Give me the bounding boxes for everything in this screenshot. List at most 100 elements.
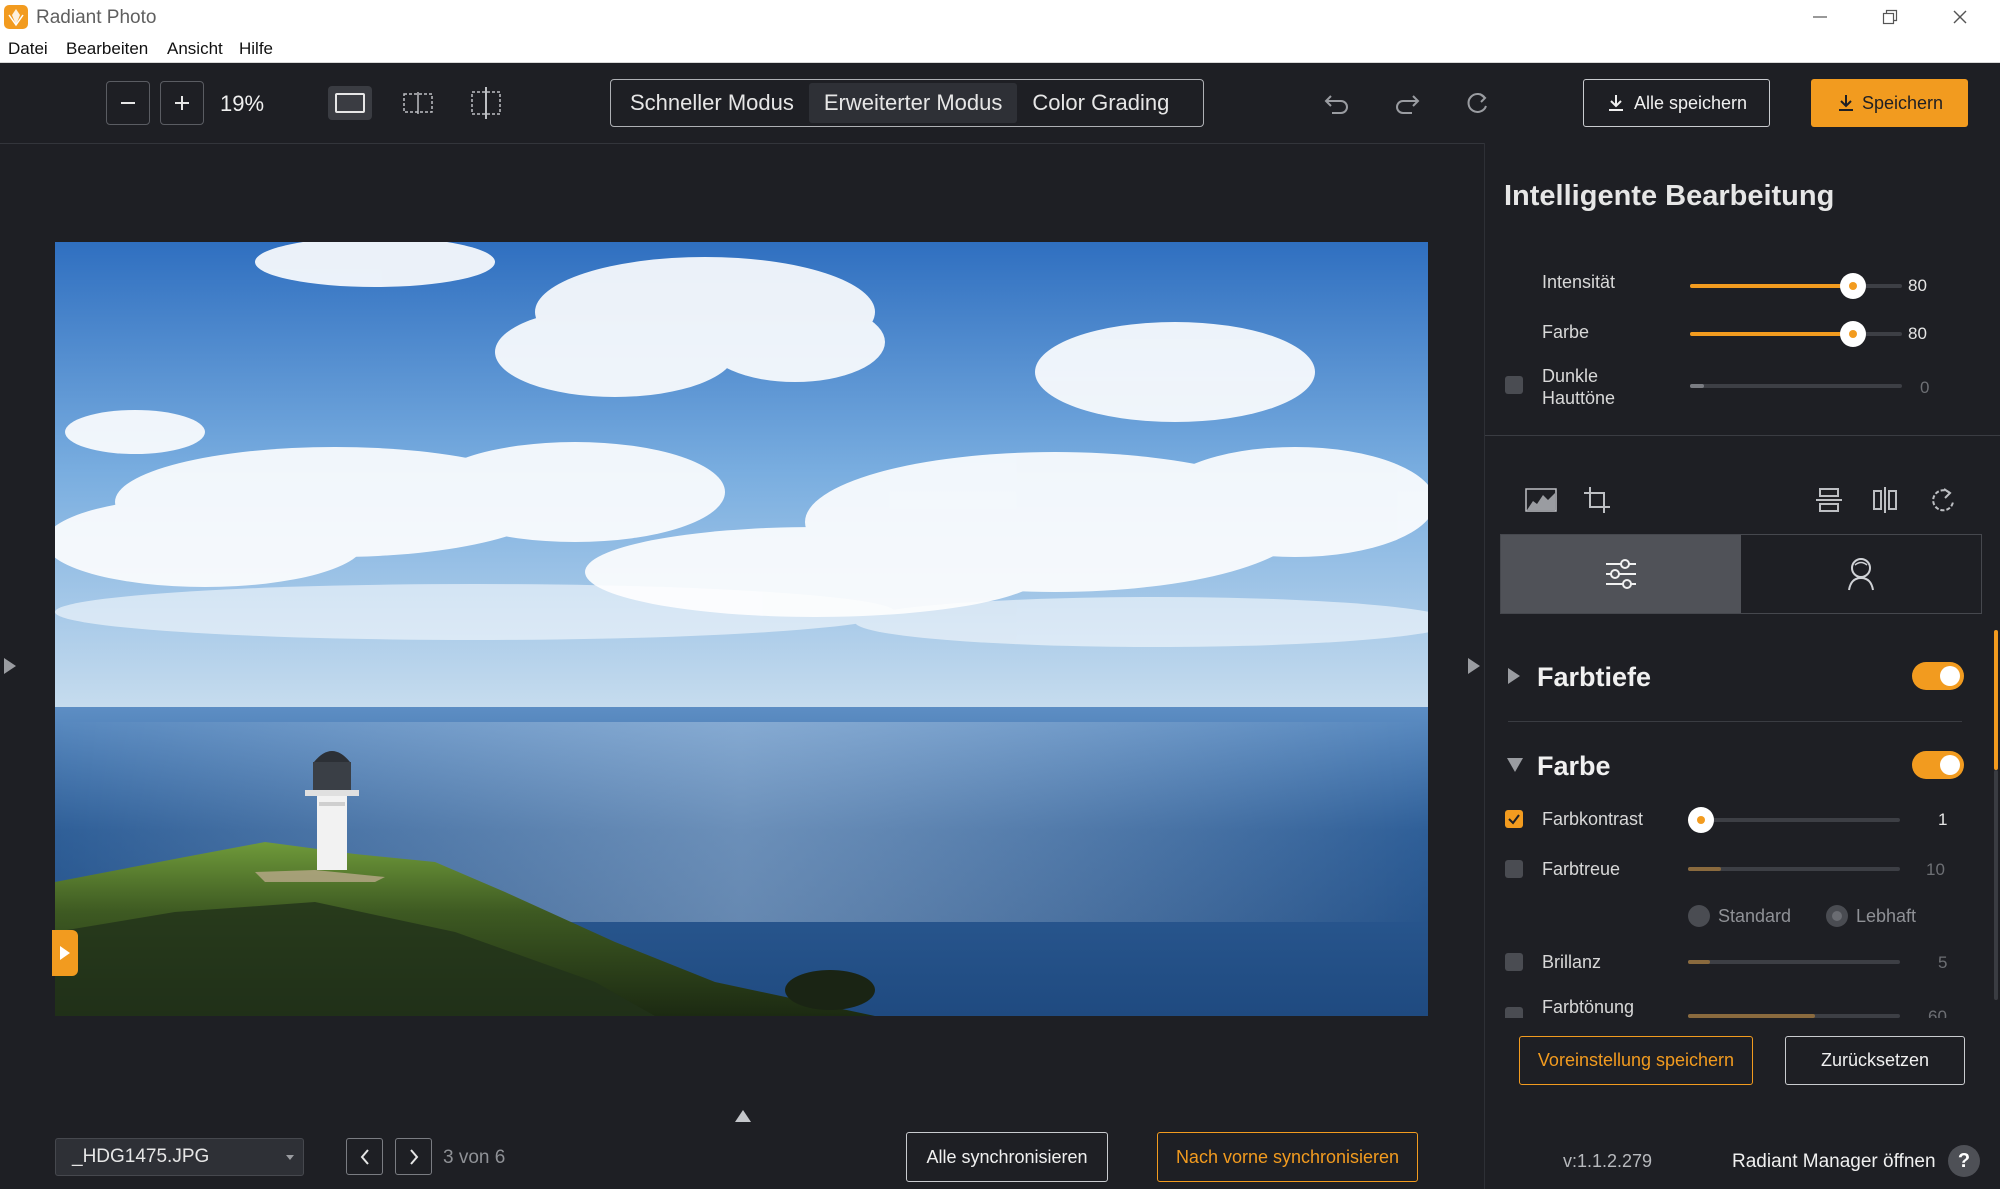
intensity-slider[interactable] [1690,273,1902,299]
zoom-in-button[interactable] [160,81,204,125]
redo-icon [1396,95,1420,114]
rotate-button[interactable] [1928,485,1958,515]
mode-switcher: Schneller Modus Erweiterter Modus Color … [610,79,1204,127]
radiant-manager-link[interactable]: Radiant Manager öffnen [1732,1151,1936,1173]
app-logo-icon [4,5,28,29]
slider-value: 80 [1908,276,1927,295]
sync-all-button[interactable]: Alle synchronisieren [906,1132,1108,1182]
flip-horizontal-button[interactable] [1870,485,1900,515]
color-slider[interactable] [1690,321,1902,347]
filmstrip-toggle[interactable] [733,1108,753,1124]
triangle-right-icon [4,658,16,674]
farbtreue-slider[interactable] [1688,867,1900,871]
next-image-button[interactable] [395,1138,432,1175]
section-title-farbtiefe[interactable]: Farbtiefe [1537,662,1651,693]
radio-label-lebhaft: Lebhaft [1856,906,1917,926]
crop-button[interactable] [1582,485,1612,515]
title-bar [0,0,2000,34]
slider-value: 10 [1926,860,1945,879]
compare-handle[interactable] [52,930,78,976]
panel-title: Intelligente Bearbeitung [1504,180,1835,212]
reset-settings-button[interactable]: Zurücksetzen [1785,1036,1965,1085]
farbkontrast-slider[interactable] [1688,807,1900,833]
left-panel-toggle[interactable] [2,656,18,676]
compare-view-button[interactable] [466,84,506,122]
zoom-level: 19% [220,91,265,116]
chevron-down-icon [286,1155,294,1160]
tab-erweiterter-modus[interactable]: Erweiterter Modus [808,83,1018,123]
dark-skin-slider[interactable] [1690,384,1902,388]
download-icon [1838,95,1853,111]
brillanz-checkbox[interactable] [1505,953,1523,971]
zoom-out-button[interactable] [106,81,150,125]
menu-datei[interactable]: Datei [8,39,48,59]
histogram-button[interactable] [1524,485,1558,513]
split-view-button[interactable] [398,86,438,120]
play-icon [60,946,70,960]
farbtoenung-slider[interactable] [1688,1014,1900,1018]
divider [1508,721,1962,722]
farbtoenung-checkbox[interactable] [1505,1007,1523,1018]
chevron-right-icon [409,1148,418,1165]
slider-fill [1688,960,1710,964]
slider-handle[interactable] [1688,807,1714,833]
panel-scrollbar-thumb[interactable] [1994,630,1998,770]
farbtiefe-toggle[interactable] [1912,662,1964,690]
rotate-icon [1932,488,1954,512]
menu-ansicht[interactable]: Ansicht [167,39,223,59]
download-icon [1608,95,1623,111]
slider-handle[interactable] [1840,273,1866,299]
slider-label: Farbe [1542,322,1590,342]
triangle-right-icon [1508,668,1520,684]
restore-button[interactable] [1860,0,1920,34]
app-title: Radiant Photo [36,7,157,28]
farbe-collapse[interactable] [1505,756,1525,774]
slider-value: 0 [1920,378,1930,397]
right-panel-toggle[interactable] [1466,656,1482,676]
dark-skin-checkbox[interactable] [1505,376,1523,394]
tab-portrait[interactable] [1741,535,1981,613]
menu-hilfe[interactable]: Hilfe [239,39,273,59]
close-button[interactable] [1930,0,1990,34]
redo-button[interactable] [1388,84,1426,122]
histogram-icon [1525,488,1557,512]
radio-standard[interactable] [1688,905,1710,927]
slider-fill [1690,332,1853,336]
tab-color-grading[interactable]: Color Grading [1017,83,1184,123]
photo-preview[interactable] [55,242,1428,1016]
brillanz-slider[interactable] [1688,960,1900,964]
slider-handle[interactable] [1840,321,1866,347]
menu-bearbeiten[interactable]: Bearbeiten [66,39,148,59]
slider-label: Farbkontrast [1542,809,1644,829]
radio-lebhaft[interactable] [1826,905,1848,927]
farbtiefe-expand[interactable] [1506,666,1522,686]
save-preset-button[interactable]: Voreinstellung speichern [1519,1036,1753,1085]
reset-icon [1467,93,1487,113]
undo-button[interactable] [1318,84,1356,122]
section-title-farbe[interactable]: Farbe [1537,751,1611,782]
slider-fill [1690,384,1704,388]
farbkontrast-checkbox[interactable] [1505,810,1523,828]
minimize-button[interactable] [1790,0,1850,34]
previous-image-button[interactable] [346,1138,383,1175]
save-button[interactable]: Speichern [1811,79,1968,127]
tab-schneller-modus[interactable]: Schneller Modus [615,83,809,123]
zoom-out-icon [121,102,135,104]
farbe-toggle[interactable] [1912,751,1964,779]
sync-forward-button[interactable]: Nach vorne synchronisieren [1157,1132,1418,1182]
reset-button[interactable] [1458,84,1496,122]
slider-value: 5 [1938,953,1948,972]
save-label: Speichern [1861,92,1944,113]
tab-adjustments[interactable] [1501,535,1741,613]
panel-scrollbar-track[interactable] [1994,770,1998,1000]
restore-icon [1882,9,1898,25]
help-icon[interactable]: ? [1948,1145,1980,1177]
close-icon [1953,10,1967,24]
triangle-up-icon [735,1110,751,1122]
farbtreue-checkbox[interactable] [1505,860,1523,878]
flip-vertical-icon [1816,488,1842,512]
flip-vertical-button[interactable] [1814,485,1844,515]
file-select[interactable]: _HDG1475.JPG [55,1138,304,1176]
save-all-button[interactable]: Alle speichern [1583,79,1770,127]
single-view-button[interactable] [328,86,372,120]
